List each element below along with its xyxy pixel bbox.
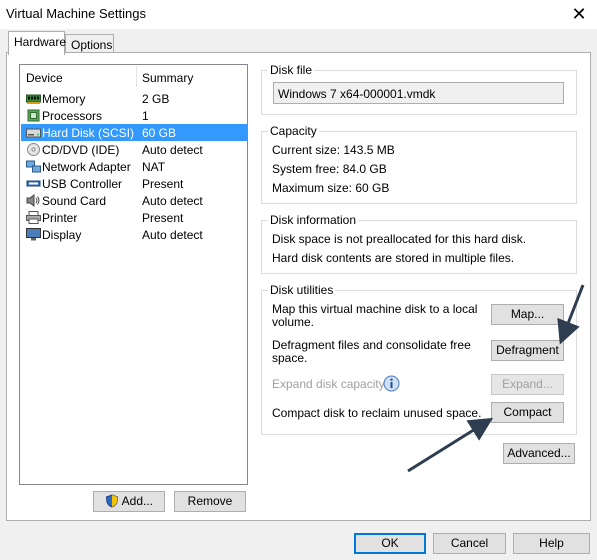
defragment-description-line-2: space. bbox=[272, 351, 308, 365]
usb-controller-icon bbox=[26, 180, 41, 187]
memory-icon bbox=[26, 94, 41, 104]
cancel-button-label: Cancel bbox=[450, 536, 489, 550]
cd-dvd-icon bbox=[27, 143, 40, 156]
printer-icon bbox=[26, 211, 41, 224]
defragment-button[interactable]: Defragment bbox=[491, 340, 564, 361]
disk-info-line-2: Hard disk contents are stored in multipl… bbox=[272, 251, 515, 265]
ok-button[interactable]: OK bbox=[354, 533, 426, 554]
system-free-text: System free: 84.0 GB bbox=[272, 162, 387, 176]
device-name: USB Controller bbox=[42, 177, 123, 191]
group-label-disk-information: Disk information bbox=[268, 213, 359, 227]
device-row-network-adapter[interactable]: Network Adapter NAT bbox=[21, 158, 247, 175]
device-name: Network Adapter bbox=[42, 160, 131, 174]
advanced-button[interactable]: Advanced... bbox=[503, 443, 575, 464]
device-row-processors[interactable]: Processors 1 bbox=[21, 107, 247, 124]
column-separator[interactable] bbox=[136, 66, 137, 87]
hard-disk-icon bbox=[26, 128, 41, 138]
device-name: CD/DVD (IDE) bbox=[42, 143, 120, 157]
info-icon[interactable] bbox=[383, 375, 400, 392]
help-button[interactable]: Help bbox=[513, 533, 590, 554]
device-summary: 2 GB bbox=[142, 92, 170, 106]
add-button-label: Add... bbox=[121, 494, 154, 508]
ok-button-label: OK bbox=[381, 536, 399, 550]
device-row-usb-controller[interactable]: USB Controller Present bbox=[21, 175, 247, 192]
group-label-disk-file: Disk file bbox=[268, 63, 315, 77]
defragment-button-label: Defragment bbox=[496, 343, 559, 357]
close-icon[interactable]: ✕ bbox=[566, 3, 592, 25]
map-description-line-2: volume. bbox=[272, 315, 315, 329]
tab-label: Hardware bbox=[14, 35, 67, 49]
map-button-label: Map... bbox=[510, 307, 545, 321]
sound-card-icon bbox=[26, 194, 40, 207]
disk-file-value: Windows 7 x64-000001.vmdk bbox=[278, 87, 436, 101]
maximum-size-text: Maximum size: 60 GB bbox=[272, 181, 390, 195]
group-label-capacity: Capacity bbox=[268, 124, 319, 138]
cancel-button[interactable]: Cancel bbox=[433, 533, 506, 554]
compact-description: Compact disk to reclaim unused space. bbox=[272, 406, 482, 420]
device-summary: NAT bbox=[142, 160, 166, 174]
device-row-cd-dvd[interactable]: CD/DVD (IDE) Auto detect bbox=[21, 141, 247, 158]
device-name: Memory bbox=[42, 92, 86, 106]
tab-hardware[interactable]: Hardware bbox=[8, 31, 67, 55]
device-name: Sound Card bbox=[42, 194, 107, 208]
map-button[interactable]: Map... bbox=[491, 304, 564, 325]
display-icon bbox=[26, 228, 41, 241]
network-adapter-icon bbox=[26, 160, 41, 173]
device-list-header: Device Summary bbox=[20, 65, 247, 87]
device-summary: Present bbox=[142, 211, 184, 225]
column-header-summary[interactable]: Summary bbox=[142, 71, 193, 85]
expand-description: Expand disk capacity. bbox=[272, 377, 388, 391]
device-summary: 1 bbox=[142, 109, 149, 123]
expand-button[interactable]: Expand... bbox=[491, 374, 564, 395]
window-title: Virtual Machine Settings bbox=[6, 6, 146, 21]
device-name: Printer bbox=[42, 211, 78, 225]
remove-button[interactable]: Remove bbox=[174, 491, 246, 512]
device-summary: Auto detect bbox=[142, 228, 203, 242]
device-name: Display bbox=[42, 228, 82, 242]
device-row-hard-disk[interactable]: Hard Disk (SCSI) 60 GB bbox=[21, 124, 247, 141]
add-button[interactable]: Add... bbox=[93, 491, 165, 512]
title-bar: Virtual Machine Settings ✕ bbox=[0, 0, 597, 29]
device-summary: Present bbox=[142, 177, 184, 191]
compact-button[interactable]: Compact bbox=[491, 402, 564, 423]
expand-button-label: Expand... bbox=[502, 377, 553, 391]
map-description-line-1: Map this virtual machine disk to a local bbox=[272, 302, 478, 316]
processor-icon bbox=[27, 109, 40, 122]
device-row-printer[interactable]: Printer Present bbox=[21, 209, 247, 226]
device-summary: Auto detect bbox=[142, 143, 203, 157]
device-summary: Auto detect bbox=[142, 194, 203, 208]
device-list[interactable]: Device Summary Memory 2 GB Processors 1 … bbox=[19, 64, 248, 485]
device-name: Processors bbox=[42, 109, 103, 123]
device-name: Hard Disk (SCSI) bbox=[42, 126, 135, 140]
device-row-display[interactable]: Display Auto detect bbox=[21, 226, 247, 243]
column-header-device[interactable]: Device bbox=[26, 71, 63, 85]
device-row-memory[interactable]: Memory 2 GB bbox=[21, 90, 247, 107]
current-size-text: Current size: 143.5 MB bbox=[272, 143, 395, 157]
disk-information-group: Disk information bbox=[261, 213, 577, 274]
device-summary: 60 GB bbox=[142, 126, 177, 140]
remove-button-label: Remove bbox=[187, 494, 233, 508]
shield-icon bbox=[105, 494, 119, 508]
tab-options[interactable]: Options bbox=[65, 34, 114, 53]
defragment-description-line-1: Defragment files and consolidate free bbox=[272, 338, 471, 352]
group-label-disk-utilities: Disk utilities bbox=[268, 283, 336, 297]
tab-label: Options bbox=[71, 38, 113, 52]
compact-button-label: Compact bbox=[503, 405, 552, 419]
help-button-label: Help bbox=[539, 536, 564, 550]
disk-info-line-1: Disk space is not preallocated for this … bbox=[272, 232, 527, 246]
disk-file-field[interactable]: Windows 7 x64-000001.vmdk bbox=[273, 82, 564, 104]
device-row-sound-card[interactable]: Sound Card Auto detect bbox=[21, 192, 247, 209]
advanced-button-label: Advanced... bbox=[507, 446, 571, 460]
